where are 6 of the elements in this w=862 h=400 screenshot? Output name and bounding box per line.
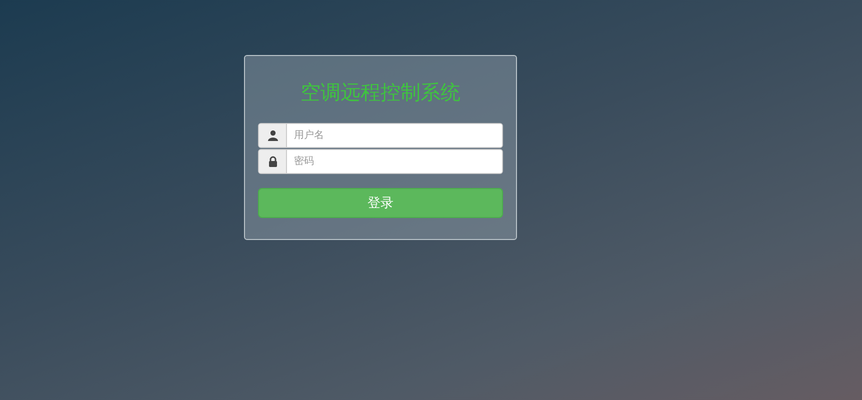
lock-icon: [268, 156, 278, 167]
login-button[interactable]: 登录: [258, 188, 503, 218]
user-icon: [268, 130, 278, 141]
username-field[interactable]: 用户名: [258, 123, 503, 148]
password-field[interactable]: 密码: [258, 149, 503, 174]
system-title: 空调远程控制系统: [300, 79, 462, 106]
